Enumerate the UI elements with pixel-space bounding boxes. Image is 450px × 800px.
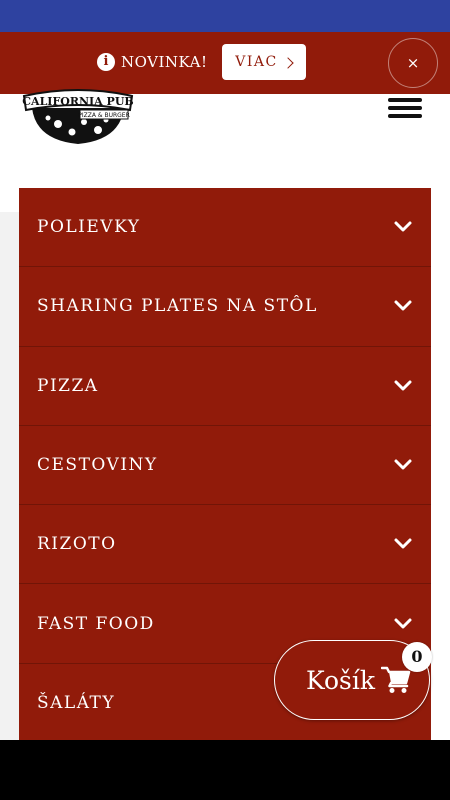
promo-label: NOVINKA!	[121, 53, 208, 71]
logo-subtext: PIZZA & BURGER	[78, 112, 130, 119]
chevron-down-icon	[394, 618, 412, 629]
menu-item-polievky[interactable]: POLIEVKY	[19, 188, 431, 268]
hamburger-line	[388, 98, 422, 102]
chevron-down-icon	[394, 380, 412, 391]
logo[interactable]: CALIFORNIA PUB PIZZA & BURGER	[20, 88, 136, 150]
cart-count-badge: 0	[402, 642, 432, 672]
menu-item-label: PIZZA	[37, 375, 99, 396]
more-button[interactable]: VIAC	[221, 44, 306, 80]
hamburger-menu-button[interactable]	[388, 98, 422, 118]
chevron-down-icon	[394, 221, 412, 232]
site-header: CALIFORNIA PUB PIZZA & BURGER	[0, 89, 450, 188]
menu-item-label: SHARING PLATES NA STÔL	[37, 296, 318, 317]
cart-icon	[381, 666, 411, 693]
menu-item-label: FAST FOOD	[37, 613, 155, 634]
menu-item-rizoto[interactable]: RIZOTO	[19, 505, 431, 585]
system-navigation-bar	[0, 740, 450, 800]
logo-text: CALIFORNIA PUB	[22, 95, 133, 108]
cart-label: Košík	[306, 666, 376, 695]
chevron-down-icon	[394, 459, 412, 470]
hamburger-line	[388, 114, 422, 118]
menu-item-label: RIZOTO	[37, 534, 117, 555]
info-icon: i	[97, 53, 115, 71]
menu-item-pizza[interactable]: PIZZA	[19, 347, 431, 426]
page-background-strip	[0, 212, 19, 742]
menu-item-sharing-plates[interactable]: SHARING PLATES NA STÔL	[19, 267, 431, 347]
more-button-label: VIAC	[235, 54, 278, 70]
close-icon: ×	[406, 54, 420, 72]
close-promo-button[interactable]: ×	[388, 38, 438, 88]
chevron-down-icon	[394, 300, 412, 311]
chevron-right-icon	[282, 56, 294, 69]
menu-item-label: ŠALÁTY	[37, 692, 116, 713]
menu-item-label: POLIEVKY	[37, 217, 141, 238]
promo-content: i NOVINKA! VIAC	[97, 44, 306, 80]
menu-item-label: CESTOVINY	[37, 455, 158, 476]
promo-bar: i NOVINKA! VIAC ×	[0, 32, 450, 94]
menu-item-cestoviny[interactable]: CESTOVINY	[19, 426, 431, 506]
status-bar	[0, 0, 450, 32]
chevron-down-icon	[394, 538, 412, 549]
hamburger-line	[388, 106, 422, 110]
